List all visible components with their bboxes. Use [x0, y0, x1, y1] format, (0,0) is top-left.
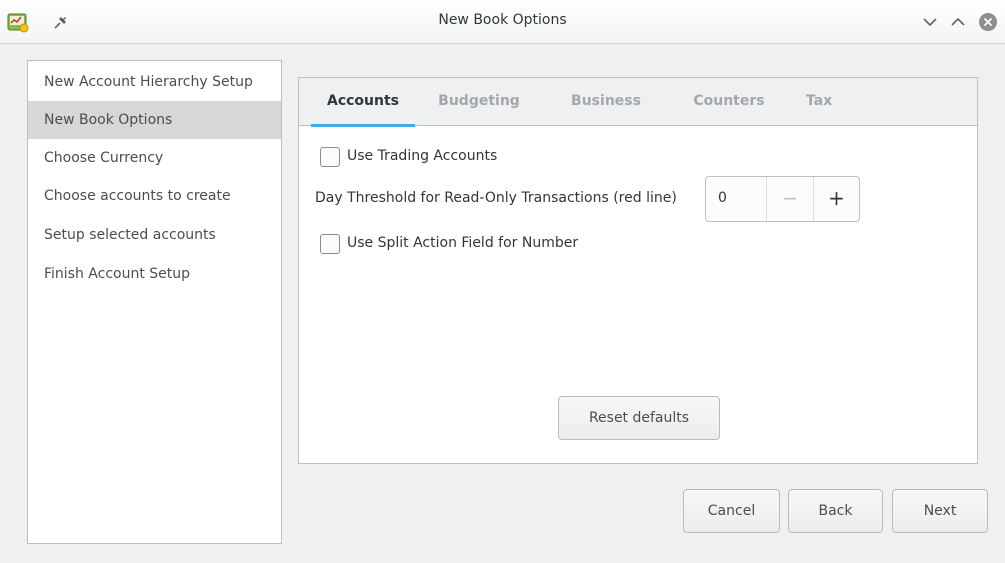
assistant-steps-sidebar: New Account Hierarchy Setup New Book Opt…	[27, 60, 282, 544]
chevron-up-icon[interactable]	[948, 12, 968, 32]
use-trading-accounts-label[interactable]: Use Trading Accounts	[347, 148, 497, 164]
increment-button[interactable]: +	[813, 177, 859, 221]
chevron-down-icon[interactable]	[920, 12, 940, 32]
day-threshold-value[interactable]: 0	[718, 190, 727, 206]
sidebar-item-new-book-options[interactable]: New Book Options	[28, 101, 281, 139]
day-threshold-label: Day Threshold for Read-Only Transactions…	[315, 190, 677, 206]
tab-accounts[interactable]: Accounts	[311, 78, 415, 127]
sidebar-item-setup-selected-accounts[interactable]: Setup selected accounts	[28, 216, 281, 254]
use-split-action-checkbox[interactable]	[320, 234, 340, 254]
book-options-notebook: Accounts Budgeting Business Counters Tax…	[298, 77, 978, 464]
cancel-button[interactable]: Cancel	[683, 489, 780, 533]
sidebar-item-finish-account-setup[interactable]: Finish Account Setup	[28, 255, 281, 293]
title-bar[interactable]: New Book Options	[0, 0, 1005, 44]
tab-bar: Accounts Budgeting Business Counters Tax	[299, 78, 977, 127]
tab-tax[interactable]: Tax	[799, 78, 839, 126]
next-button[interactable]: Next	[892, 489, 988, 533]
reset-defaults-button[interactable]: Reset defaults	[558, 396, 720, 440]
sidebar-item-choose-currency[interactable]: Choose Currency	[28, 139, 281, 177]
back-button[interactable]: Back	[788, 489, 883, 533]
sidebar-item-choose-accounts[interactable]: Choose accounts to create	[28, 177, 281, 215]
new-book-options-window: New Book Options New Account Hierarchy S…	[0, 0, 1005, 563]
close-icon[interactable]	[978, 12, 998, 32]
decrement-button[interactable]: −	[766, 177, 813, 221]
sidebar-item-new-account-hierarchy-setup[interactable]: New Account Hierarchy Setup	[28, 63, 281, 101]
tab-counters[interactable]: Counters	[679, 78, 779, 126]
tab-budgeting[interactable]: Budgeting	[429, 78, 529, 126]
day-threshold-spinbutton[interactable]: 0 − +	[705, 176, 860, 222]
use-trading-accounts-checkbox[interactable]	[320, 147, 340, 167]
use-split-action-label[interactable]: Use Split Action Field for Number	[347, 235, 578, 251]
window-title: New Book Options	[438, 12, 567, 28]
tab-business[interactable]: Business	[559, 78, 653, 126]
